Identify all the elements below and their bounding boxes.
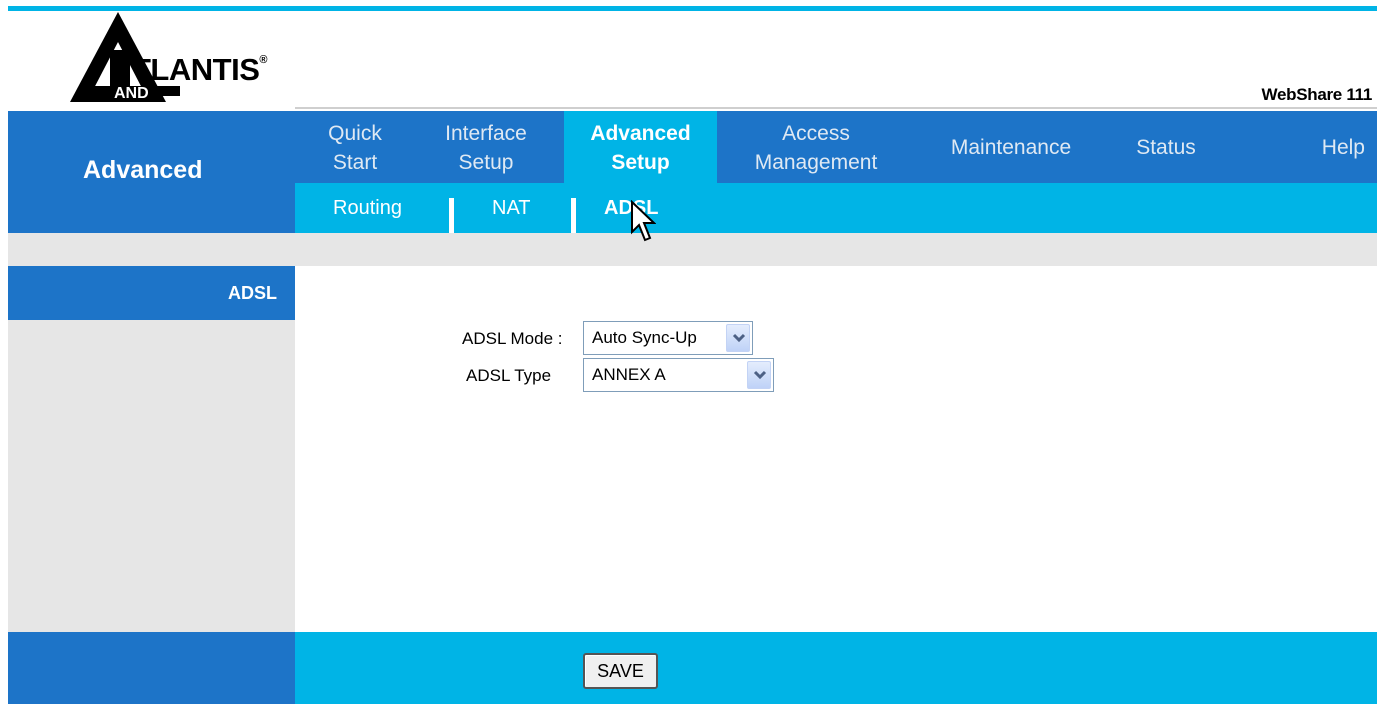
subnav-separator bbox=[571, 198, 576, 233]
adsl-type-value: ANNEX A bbox=[592, 365, 666, 384]
nav-help[interactable]: Help bbox=[1295, 111, 1365, 183]
header-divider bbox=[295, 107, 1377, 109]
logo-subtext: AND bbox=[114, 85, 149, 102]
mouse-pointer-icon bbox=[631, 200, 656, 242]
subnav-routing[interactable]: Routing bbox=[333, 197, 402, 220]
save-button[interactable]: SAVE bbox=[583, 653, 658, 689]
footer-bar bbox=[295, 632, 1377, 704]
content-top-strip bbox=[8, 233, 1377, 266]
adsl-type-label: ADSL Type bbox=[466, 366, 552, 385]
nav-status[interactable]: Status bbox=[1120, 111, 1212, 183]
adsl-type-select[interactable]: ANNEX A bbox=[583, 358, 774, 392]
subnav-separator bbox=[449, 198, 454, 233]
nav-access-management[interactable]: Access Management bbox=[731, 111, 901, 183]
sidebar-header-label: Advanced bbox=[83, 156, 203, 184]
nav-maintenance[interactable]: Maintenance bbox=[931, 111, 1091, 183]
adsl-mode-select[interactable]: Auto Sync-Up bbox=[583, 321, 753, 355]
footer-left-panel bbox=[8, 632, 295, 704]
sidebar-header: Advanced bbox=[8, 111, 295, 233]
chevron-down-icon[interactable] bbox=[726, 324, 750, 352]
adsl-mode-value: Auto Sync-Up bbox=[592, 328, 697, 347]
chevron-down-icon[interactable] bbox=[747, 361, 771, 389]
atlantis-logo: TLANTIS® AND bbox=[70, 12, 310, 102]
product-name: WebShare 111 bbox=[1261, 85, 1373, 104]
main-nav: Quick Start Interface Setup Advanced Setup … bbox=[295, 111, 1377, 183]
sidebar-section-label: ADSL bbox=[228, 283, 277, 303]
logo-wordmark: TLANTIS® bbox=[132, 52, 267, 87]
nav-advanced-setup[interactable]: Advanced Setup bbox=[564, 111, 717, 183]
top-accent-bar bbox=[8, 6, 1377, 11]
sidebar: ADSL bbox=[8, 266, 295, 632]
sidebar-section-adsl: ADSL bbox=[8, 266, 295, 320]
subnav-nat[interactable]: NAT bbox=[492, 197, 531, 220]
nav-interface-setup[interactable]: Interface Setup bbox=[421, 111, 551, 183]
nav-quick-start[interactable]: Quick Start bbox=[295, 111, 415, 183]
adsl-mode-label: ADSL Mode : bbox=[462, 329, 563, 348]
sub-nav: Routing NAT ADSL bbox=[295, 183, 1377, 233]
